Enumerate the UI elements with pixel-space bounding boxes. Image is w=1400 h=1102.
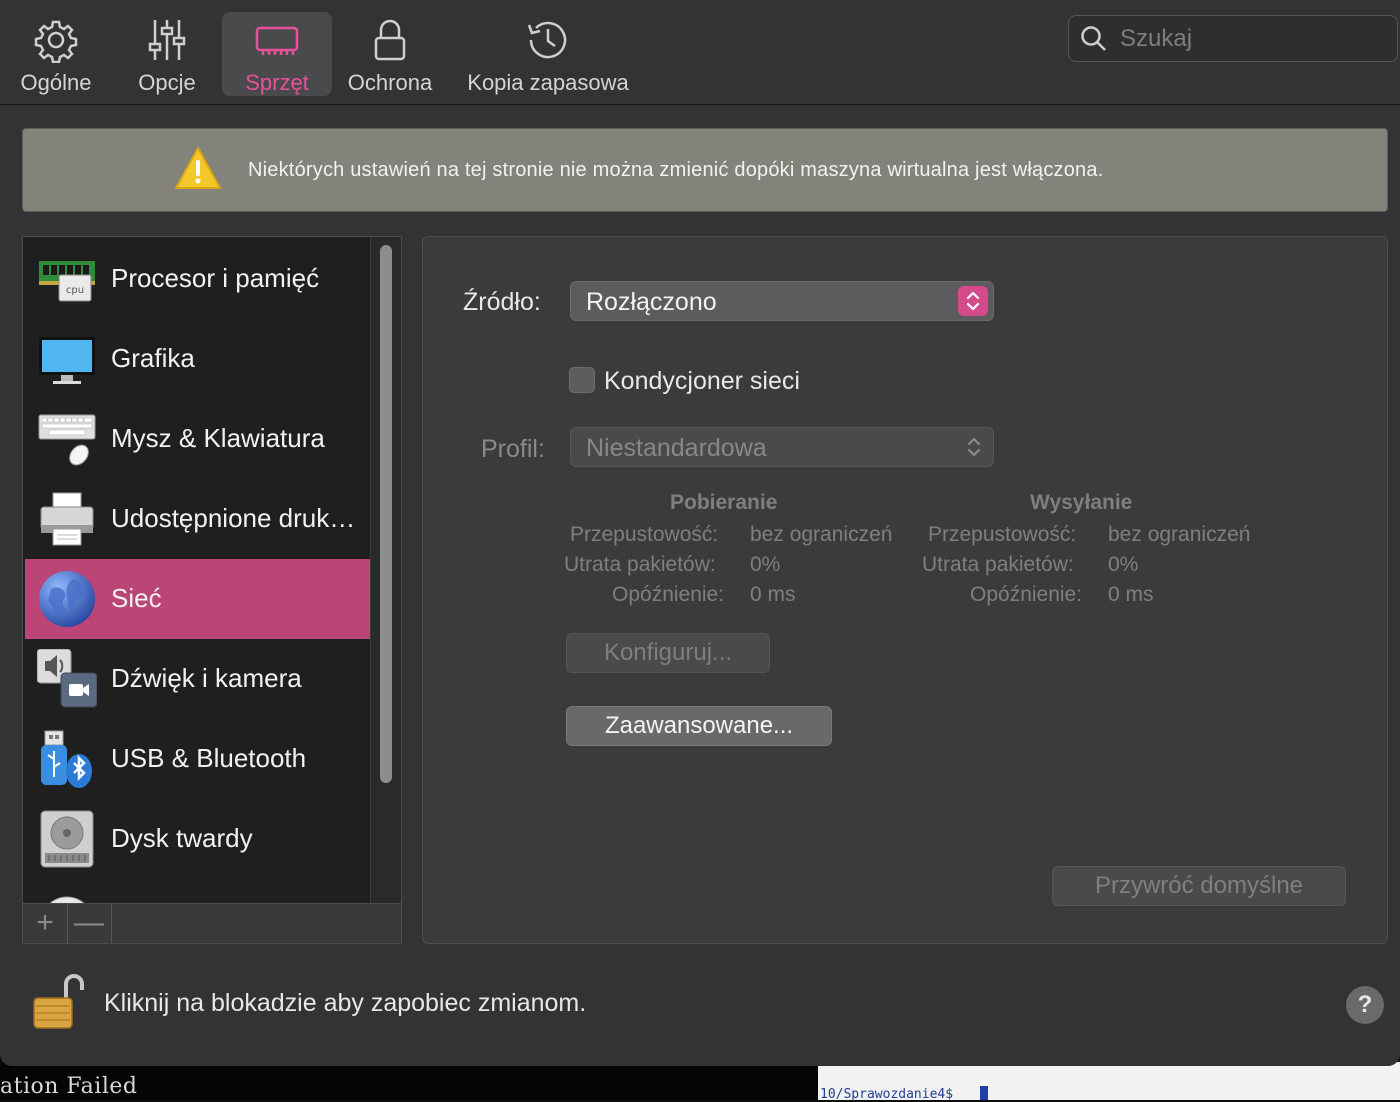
sidebar-scrollbar[interactable]	[370, 237, 401, 903]
sidebar-item-label: USB & Bluetooth	[111, 743, 307, 773]
warning-text: Niektórych ustawień na tej stronie nie m…	[248, 159, 1104, 181]
hard-drive-icon	[37, 809, 97, 869]
terminal-output-text: ation Failed	[0, 1074, 138, 1099]
configure-button[interactable]: Konfiguruj...	[566, 633, 770, 673]
search-field[interactable]	[1068, 15, 1398, 62]
tab-general-label: Ogólne	[20, 70, 92, 95]
tab-options[interactable]: Opcje	[122, 12, 212, 96]
sidebar-item-label: Grafika	[111, 343, 195, 373]
globe-icon	[37, 569, 97, 629]
network-conditioner-label: Kondycjoner sieci	[604, 367, 800, 395]
sidebar-item-shared-printers[interactable]: Udostępnione druk…	[25, 479, 371, 559]
profile-value: Niestandardowa	[586, 434, 767, 462]
download-bandwidth-label: Przepustowość:	[570, 523, 719, 546]
sound-camera-icon	[36, 648, 98, 709]
sidebar-item-cpu-memory[interactable]: cpu Procesor i pamięć	[25, 239, 371, 319]
upload-delay-value: 0 ms	[1108, 583, 1154, 606]
tab-security[interactable]: Ochrona	[340, 12, 440, 96]
sidebar-item-label: Dźwięk i kamera	[111, 663, 302, 693]
remove-device-button[interactable]: —	[67, 904, 112, 943]
advanced-button[interactable]: Zaawansowane...	[566, 706, 832, 746]
sliders-icon	[122, 16, 212, 64]
scrollbar-thumb[interactable]	[380, 245, 392, 783]
tab-security-label: Ochrona	[347, 70, 433, 95]
tab-general[interactable]: Ogólne	[10, 12, 102, 96]
download-delay-value: 0 ms	[750, 583, 796, 606]
warning-icon	[174, 146, 222, 195]
sidebar-item-hard-drive[interactable]: Dysk twardy	[25, 799, 371, 879]
search-icon	[1080, 25, 1108, 58]
upload-delay-label: Opóźnienie:	[970, 583, 1083, 606]
sidebar-item-sound-camera[interactable]: Dźwięk i kamera	[25, 639, 371, 719]
profile-label: Profil:	[481, 435, 545, 463]
upload-heading: Wysyłanie	[1030, 491, 1133, 514]
download-loss-label: Utrata pakietów:	[564, 553, 716, 576]
sidebar-item-label: Udostępnione druk…	[111, 503, 356, 533]
source-value: Rozłączono	[586, 288, 717, 316]
display-icon	[37, 329, 97, 389]
terminal-cursor	[980, 1086, 988, 1100]
history-clock-icon	[458, 16, 638, 64]
sidebar-item-label: Sieć	[111, 583, 162, 613]
sidebar-item-usb-bluetooth[interactable]: USB & Bluetooth	[25, 719, 371, 799]
tab-hardware-label: Sprzęt	[245, 70, 309, 95]
network-settings-panel	[422, 236, 1388, 944]
source-label: Źródło:	[463, 288, 541, 316]
upload-loss-label: Utrata pakietów:	[922, 553, 1074, 576]
hardware-sidebar: cpu Procesor i pamięć Grafika Mysz & Kla…	[22, 236, 402, 944]
lock-hint-text: Kliknij na blokadzie aby zapobiec zmiano…	[104, 989, 587, 1017]
download-heading: Pobieranie	[670, 491, 778, 514]
restore-defaults-button[interactable]: Przywróć domyślne	[1052, 866, 1346, 906]
tab-hardware[interactable]: Sprzęt	[222, 12, 332, 96]
printer-icon	[37, 489, 97, 549]
padlock-open-icon[interactable]	[32, 972, 84, 1037]
network-conditioner-checkbox[interactable]	[569, 367, 595, 393]
upload-bandwidth-value: bez ograniczeń	[1108, 523, 1251, 546]
add-device-button[interactable]: +	[23, 904, 68, 943]
sidebar-item-network[interactable]: Sieć	[25, 559, 371, 639]
gear-icon	[10, 16, 102, 64]
settings-window: Ogólne Opcje Sprzęt Ochrona Kopia zapaso…	[0, 0, 1400, 1066]
sidebar-item-label: Dysk twardy	[111, 823, 253, 853]
chevron-updown-icon	[958, 286, 988, 316]
hardware-chip-icon	[222, 16, 332, 64]
tab-backup-label: Kopia zapasowa	[467, 70, 629, 95]
chevron-updown-icon	[960, 432, 988, 467]
sidebar-item-label: Mysz & Klawiatura	[111, 423, 325, 453]
upload-bandwidth-label: Przepustowość:	[928, 523, 1077, 546]
sidebar-item-mouse-keyboard[interactable]: Mysz & Klawiatura	[25, 399, 371, 479]
search-placeholder: Szukaj	[1120, 25, 1193, 52]
help-button[interactable]: ?	[1346, 986, 1384, 1024]
tab-options-label: Opcje	[138, 70, 196, 95]
cpu-memory-icon: cpu	[37, 249, 97, 309]
upload-loss-value: 0%	[1108, 553, 1139, 576]
usb-bluetooth-icon	[37, 729, 97, 789]
keyboard-mouse-icon	[37, 409, 97, 469]
download-delay-label: Opóźnienie:	[612, 583, 725, 606]
tab-backup[interactable]: Kopia zapasowa	[458, 12, 638, 96]
lock-icon	[340, 16, 440, 64]
sidebar-item-graphics[interactable]: Grafika	[25, 319, 371, 399]
sidebar-footer: + —	[23, 903, 401, 943]
download-loss-value: 0%	[750, 553, 781, 576]
download-bandwidth-value: bez ograniczeń	[750, 523, 893, 546]
svg-text:cpu: cpu	[66, 285, 84, 296]
sidebar-item-label: Procesor i pamięć	[111, 263, 320, 293]
